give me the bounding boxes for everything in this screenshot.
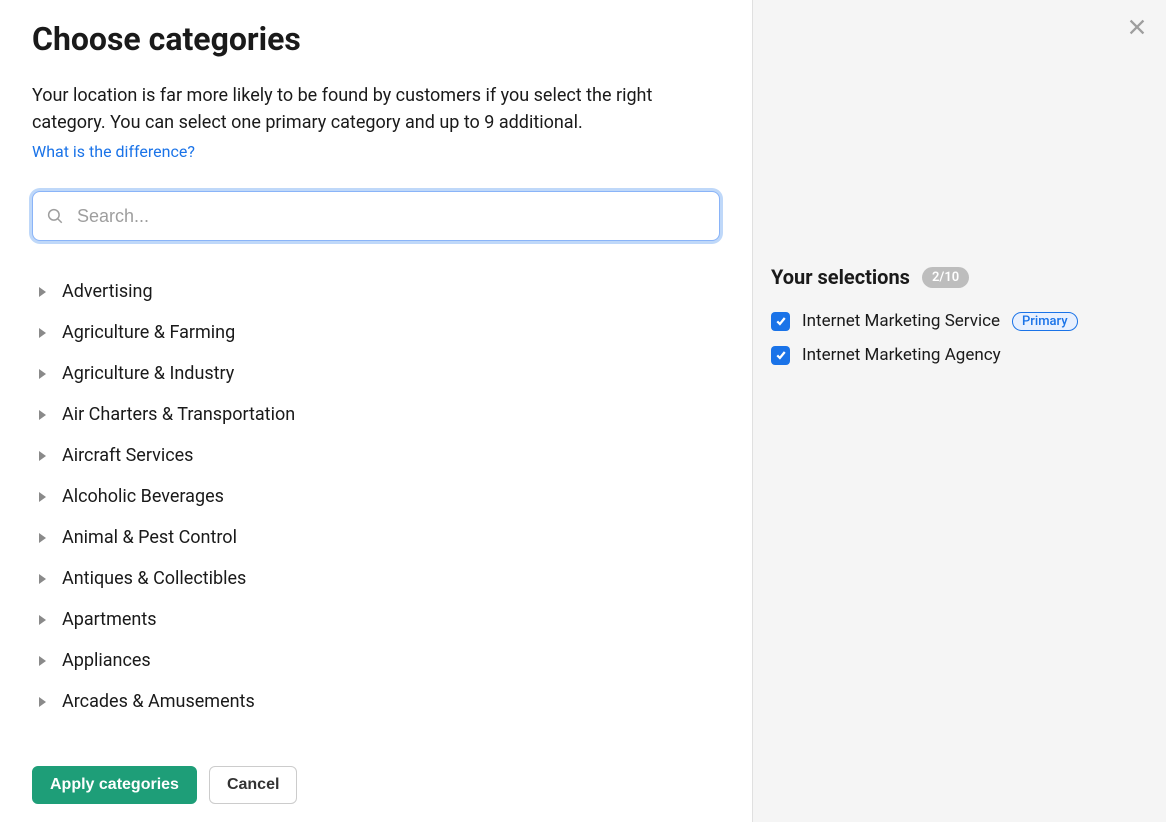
- caret-right-icon: [38, 532, 48, 544]
- caret-right-icon: [38, 655, 48, 667]
- category-item[interactable]: Alcoholic Beverages: [32, 476, 680, 517]
- selection-checkbox[interactable]: [771, 312, 790, 331]
- selections-header: Your selections 2/10: [771, 265, 1136, 289]
- category-label: Advertising: [62, 281, 153, 302]
- category-item[interactable]: Appliances: [32, 640, 680, 681]
- category-label: Arcades & Amusements: [62, 691, 255, 712]
- close-button[interactable]: [1122, 14, 1152, 44]
- caret-right-icon: [38, 368, 48, 380]
- category-item[interactable]: Arcades & Amusements: [32, 681, 680, 722]
- selection-checkbox[interactable]: [771, 346, 790, 365]
- caret-right-icon: [38, 409, 48, 421]
- category-label: Antiques & Collectibles: [62, 568, 246, 589]
- cancel-button[interactable]: Cancel: [209, 766, 297, 804]
- category-label: Aircraft Services: [62, 445, 193, 466]
- category-item[interactable]: Advertising: [32, 271, 680, 312]
- caret-right-icon: [38, 327, 48, 339]
- selections-title: Your selections: [771, 265, 910, 289]
- caret-right-icon: [38, 696, 48, 708]
- selections-count-badge: 2/10: [922, 267, 969, 288]
- apply-button[interactable]: Apply categories: [32, 766, 197, 804]
- category-item[interactable]: Aircraft Services: [32, 435, 680, 476]
- category-item[interactable]: Air Charters & Transportation: [32, 394, 680, 435]
- selection-item: Internet Marketing Agency: [771, 345, 1136, 365]
- category-item[interactable]: Animal & Pest Control: [32, 517, 680, 558]
- search-input[interactable]: [32, 191, 720, 241]
- caret-right-icon: [38, 614, 48, 626]
- right-panel: Your selections 2/10 Internet Marketing …: [752, 0, 1166, 822]
- selection-label: Internet Marketing Agency: [802, 345, 1001, 365]
- primary-badge: Primary: [1012, 312, 1078, 331]
- category-label: Appliances: [62, 650, 151, 671]
- category-label: Agriculture & Industry: [62, 363, 234, 384]
- category-label: Animal & Pest Control: [62, 527, 237, 548]
- category-label: Agriculture & Farming: [62, 322, 235, 343]
- selection-label: Internet Marketing Service: [802, 311, 1000, 331]
- page-description: Your location is far more likely to be f…: [32, 82, 720, 136]
- selection-item: Internet Marketing Service Primary: [771, 311, 1136, 331]
- search-wrapper: [32, 191, 720, 241]
- selections-list: Internet Marketing Service Primary Inter…: [771, 311, 1136, 365]
- difference-link[interactable]: What is the difference?: [32, 142, 720, 161]
- close-icon: [1126, 16, 1148, 42]
- search-icon: [46, 207, 64, 225]
- page-title: Choose categories: [32, 20, 720, 58]
- category-item[interactable]: Agriculture & Farming: [32, 312, 680, 353]
- category-label: Apartments: [62, 609, 157, 630]
- category-item[interactable]: Antiques & Collectibles: [32, 558, 680, 599]
- selections-wrapper: Your selections 2/10 Internet Marketing …: [753, 0, 1166, 365]
- footer: Apply categories Cancel: [32, 744, 720, 804]
- caret-right-icon: [38, 491, 48, 503]
- category-label: Alcoholic Beverages: [62, 486, 224, 507]
- category-item[interactable]: Apartments: [32, 599, 680, 640]
- caret-right-icon: [38, 573, 48, 585]
- category-item[interactable]: Agriculture & Industry: [32, 353, 680, 394]
- category-label: Air Charters & Transportation: [62, 404, 295, 425]
- category-list[interactable]: Advertising Agriculture & Farming Agricu…: [32, 271, 720, 744]
- caret-right-icon: [38, 450, 48, 462]
- left-panel: Choose categories Your location is far m…: [0, 0, 752, 822]
- caret-right-icon: [38, 286, 48, 298]
